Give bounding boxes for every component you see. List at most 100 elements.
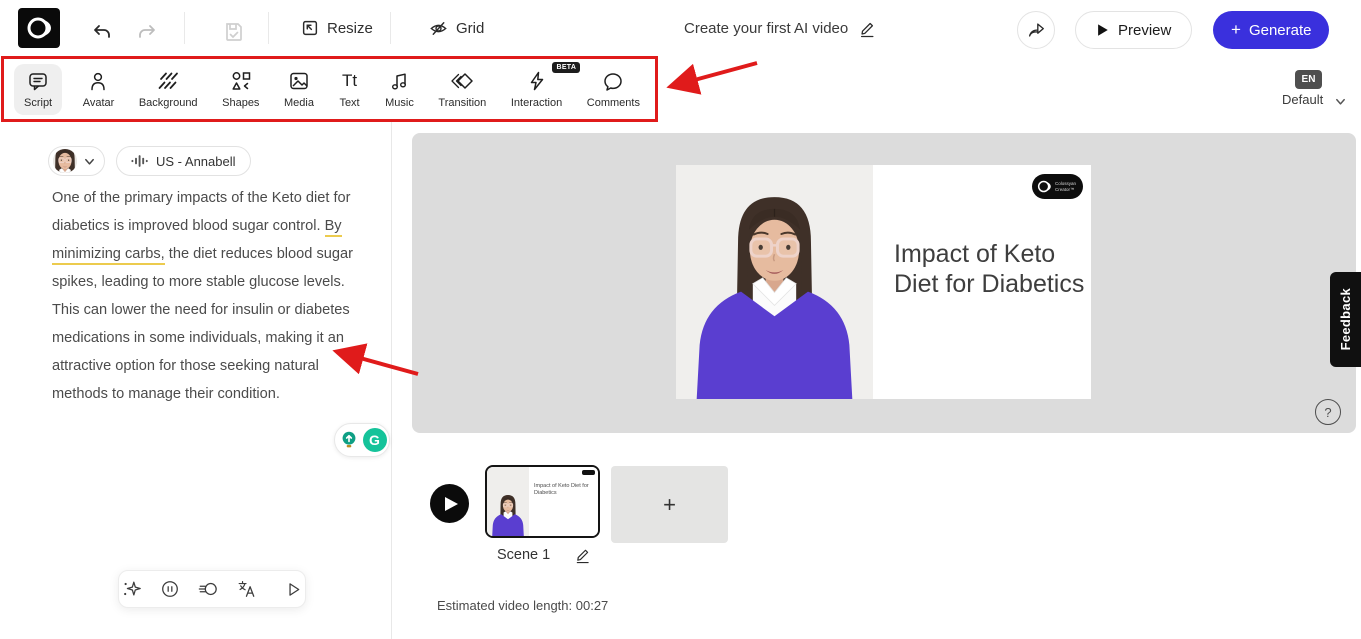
ai-enhance-button[interactable] [118,575,146,603]
avatar-thumbnail [53,149,77,173]
project-title-group: Create your first AI video [684,0,876,56]
undo-button[interactable] [86,16,118,48]
plus-icon: + [663,492,676,517]
tab-music[interactable]: Music [381,64,418,115]
video-canvas[interactable]: Impact of Keto Diet for Diabetics Coloss… [412,133,1356,433]
resize-button[interactable]: Resize [300,0,373,56]
pause-marker-button[interactable] [156,575,184,603]
play-script-button[interactable] [280,576,307,603]
grammarly-widget[interactable]: G [334,423,390,457]
tab-text[interactable]: Tt Text [335,64,365,115]
transition-icon [451,70,473,92]
divider [184,12,185,44]
save-button[interactable] [218,16,250,48]
script-editor[interactable]: One of the primary impacts of the Keto d… [52,184,356,408]
question-icon: ? [1324,405,1331,420]
share-button[interactable] [1017,11,1055,49]
colossyan-logo-icon [24,13,54,43]
tab-label: Interaction [511,97,562,109]
interaction-icon [526,70,548,92]
app-window: Resize Grid Create your first AI video [0,0,1361,639]
scene-thumb-avatar [487,467,529,536]
grid-hidden-icon [428,18,449,39]
grid-toggle[interactable]: Grid [428,0,484,56]
tab-label: Transition [438,97,486,109]
scene-label-row: Scene 1 [497,545,591,564]
estimated-length-label: Estimated video length: 00:27 [437,598,608,613]
tab-label: Text [339,97,359,109]
undo-icon [90,20,114,44]
help-button[interactable]: ? [1315,399,1341,425]
colossyan-watermark-icon [1037,179,1052,194]
feedback-tab[interactable]: Feedback [1330,272,1361,367]
tab-avatar[interactable]: Avatar [79,64,119,115]
comments-icon [602,70,624,92]
tone-suggestion-icon [338,429,360,451]
tab-label: Script [24,97,52,109]
app-logo[interactable] [18,8,60,48]
play-icon [444,496,459,512]
tab-transition[interactable]: Transition [434,64,490,115]
top-toolbar: Resize Grid Create your first AI video [0,0,1361,56]
redo-icon [135,20,159,44]
script-text-before: One of the primary impacts of the Keto d… [52,190,351,234]
play-outline-icon [284,580,303,599]
plus-icon: + [1231,20,1241,40]
language-label: Default [1282,92,1323,107]
slide-title-text[interactable]: Impact of Keto Diet for Diabetics [894,239,1091,299]
avatar-selector[interactable] [48,146,105,176]
play-icon [1096,23,1109,37]
tab-comments[interactable]: Comments [583,64,644,115]
tab-label: Background [139,97,198,109]
tab-script[interactable]: Script [14,64,62,115]
generate-button[interactable]: + Generate [1213,11,1329,49]
tab-interaction[interactable]: BETA Interaction [507,64,566,115]
edit-scene-icon[interactable] [574,545,591,564]
translate-button[interactable] [232,575,260,603]
slide-text-area: Impact of Keto Diet for Diabetics Coloss… [873,165,1091,399]
media-icon [288,70,310,92]
feedback-label: Feedback [1338,288,1353,350]
tab-label: Music [385,97,414,109]
tab-media[interactable]: Media [280,64,318,115]
avatar-image [676,165,873,399]
translate-icon [236,579,256,599]
play-video-button[interactable] [430,484,469,523]
avatar-layer[interactable] [676,165,873,399]
tab-label: Media [284,97,314,109]
preview-label: Preview [1118,22,1171,39]
preview-button[interactable]: Preview [1075,11,1192,49]
share-icon [1026,20,1046,40]
video-slide[interactable]: Impact of Keto Diet for Diabetics Coloss… [676,165,1091,399]
project-title[interactable]: Create your first AI video [684,20,848,37]
add-scene-button[interactable]: + [611,466,728,543]
edit-title-icon[interactable] [858,18,876,38]
scene-label: Scene 1 [497,547,550,563]
text-icon: Tt [339,70,361,92]
divider [268,12,269,44]
shapes-icon [230,70,252,92]
tab-background[interactable]: Background [135,64,202,115]
scene-thumbnail[interactable]: Impact of Keto Diet for Diabetics [485,465,600,538]
watermark-text: Colossyan Creator™ [1055,181,1076,192]
tab-shapes[interactable]: Shapes [218,64,263,115]
script-toolbar [118,570,306,608]
script-text-after: the diet reduces blood sugar spikes, lea… [52,246,353,402]
redo-button[interactable] [131,16,163,48]
resize-label: Resize [327,20,373,37]
save-icon [222,20,246,44]
background-icon [157,70,179,92]
waveform-icon [131,154,148,168]
avatar-icon [87,70,109,92]
annotation-arrow-tabs [676,63,757,85]
language-badge: EN [1295,70,1322,89]
scene-thumb-watermark [582,470,595,475]
speed-button[interactable] [194,575,222,603]
tab-label: Avatar [83,97,115,109]
voice-selector[interactable]: US - Annabell [116,146,251,176]
script-icon [27,70,49,92]
chevron-down-icon [1334,95,1347,108]
grammarly-icon: G [363,428,387,452]
sparkles-icon [122,579,142,599]
voice-label: US - Annabell [156,154,236,169]
